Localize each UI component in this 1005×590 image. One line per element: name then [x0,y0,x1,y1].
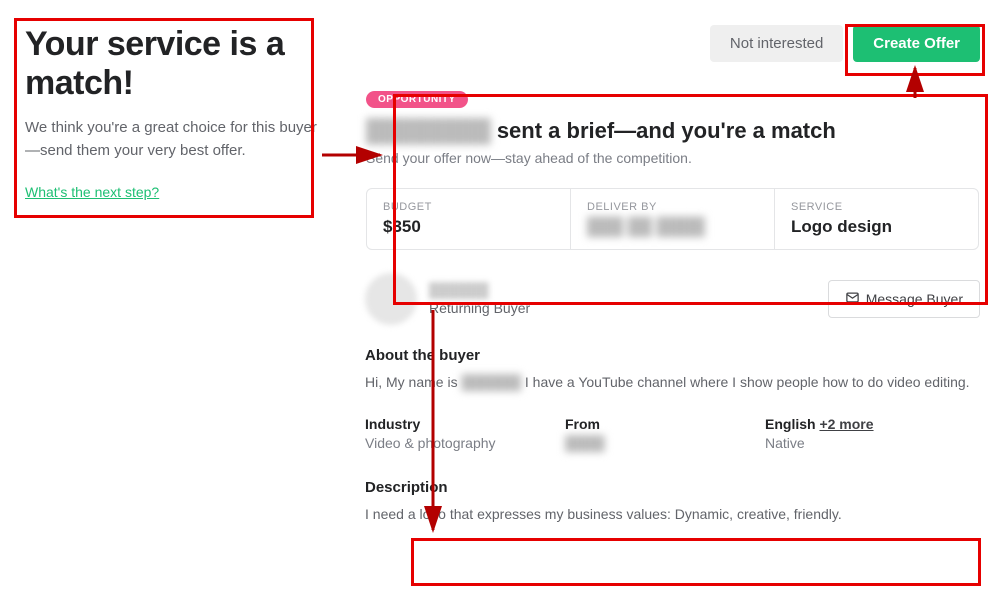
envelope-icon [845,290,860,308]
stat-budget-value: $350 [383,217,554,237]
card-title: ████████ sent a brief—and you're a match [366,118,979,144]
stat-service-value: Logo design [791,217,962,237]
more-languages-link[interactable]: +2 more [819,416,873,432]
meta-language: English +2 more Native [765,416,905,451]
message-buyer-button[interactable]: Message Buyer [828,280,980,318]
avatar [365,273,417,325]
opportunity-card: OPPORTUNITY ████████ sent a brief—and yo… [365,80,980,273]
description-text: I need a logo that expresses my business… [365,504,980,526]
card-subtitle: Send your offer now—stay ahead of the co… [366,150,979,166]
buyer-name: ██████ [429,282,530,298]
opportunity-badge: OPPORTUNITY [366,91,468,108]
not-interested-button[interactable]: Not interested [710,25,843,62]
meta-from: From ████ [565,416,705,451]
about-text: Hi, My name is ██████ I have a YouTube c… [365,372,980,394]
stat-service: SERVICE Logo design [775,189,978,249]
description-heading: Description [365,479,980,496]
about-heading: About the buyer [365,347,980,364]
stat-budget: BUDGET $350 [367,189,571,249]
buyer-name-hidden: ████████ [366,118,491,144]
stats-row: BUDGET $350 DELIVER BY ███ ██ ████ SERVI… [366,188,979,250]
page-subtitle: We think you're a great choice for this … [25,117,325,162]
stat-deliver-label: DELIVER BY [587,201,758,213]
page-title: Your service is a match! [25,25,325,103]
next-step-link[interactable]: What's the next step? [25,184,159,200]
create-offer-button[interactable]: Create Offer [853,25,980,62]
meta-industry: Industry Video & photography [365,416,505,451]
stat-budget-label: BUDGET [383,201,554,213]
returning-buyer-badge: Returning Buyer [429,300,530,316]
stat-deliver: DELIVER BY ███ ██ ████ [571,189,775,249]
stat-deliver-value: ███ ██ ████ [587,217,758,237]
stat-service-label: SERVICE [791,201,962,213]
